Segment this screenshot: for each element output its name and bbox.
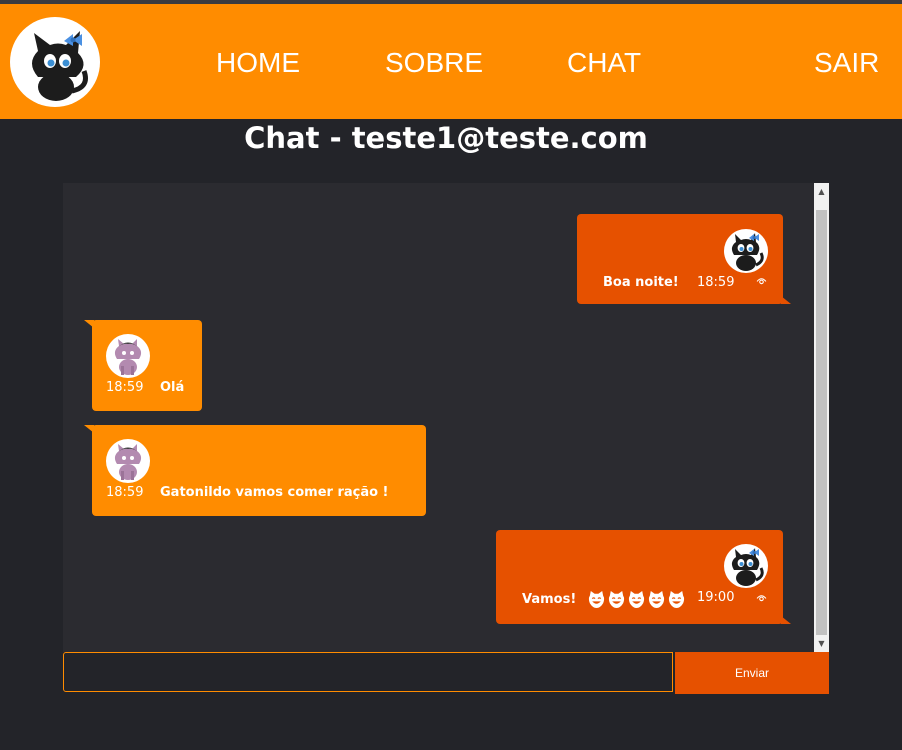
eye-icon	[756, 594, 767, 602]
chat-messages-panel[interactable]: Boa noite! 18:59 18:59 Olá 18:59 Gatonil…	[63, 183, 829, 652]
scroll-up-arrow-icon[interactable]: ▲	[814, 183, 829, 200]
smiling-cat-emoji-icon	[627, 590, 646, 609]
page-title: Chat - teste1@teste.com	[244, 121, 648, 155]
smiling-cat-emoji-icon	[587, 590, 606, 609]
chat-scrollbar[interactable]: ▲ ▼	[814, 183, 829, 652]
message-time: 18:59	[106, 485, 144, 500]
scrollbar-thumb[interactable]	[816, 210, 827, 635]
smiling-cat-emoji-icon	[647, 590, 666, 609]
message-time: 18:59	[697, 275, 735, 290]
message-bubble-sent: Boa noite! 18:59	[577, 214, 791, 304]
emoji-group	[587, 590, 686, 609]
message-bubble-sent: Vamos! 19:00	[496, 530, 791, 624]
message-composer: Enviar	[63, 652, 829, 694]
message-text: Vamos!	[522, 592, 577, 607]
user-avatar-black-cat-icon	[724, 544, 768, 588]
smiling-cat-emoji-icon	[667, 590, 686, 609]
nav-sair-link[interactable]: SAIR	[814, 48, 879, 78]
message-time: 19:00	[697, 590, 735, 605]
scroll-down-arrow-icon[interactable]: ▼	[814, 635, 829, 652]
message-bubble-received: 18:59 Gatonildo vamos comer ração !	[84, 425, 426, 516]
message-input[interactable]	[63, 652, 673, 692]
contact-avatar-purple-cat-icon	[106, 334, 150, 378]
nav-chat-link[interactable]: CHAT	[567, 48, 641, 78]
user-avatar-black-cat-icon	[724, 229, 768, 273]
send-button[interactable]: Enviar	[675, 652, 829, 694]
message-text: Gatonildo vamos comer ração !	[160, 485, 389, 500]
eye-icon	[756, 277, 767, 285]
contact-avatar-purple-cat-icon	[106, 439, 150, 483]
smiling-cat-emoji-icon	[607, 590, 626, 609]
message-bubble-received: 18:59 Olá	[84, 320, 202, 411]
nav-home-link[interactable]: HOME	[216, 48, 300, 78]
logo-black-cat-icon[interactable]	[10, 17, 100, 107]
message-text: Olá	[160, 380, 185, 395]
navbar: HOME SOBRE CHAT SAIR	[0, 4, 902, 119]
message-time: 18:59	[106, 380, 144, 395]
message-text: Boa noite!	[603, 275, 679, 290]
nav-sobre-link[interactable]: SOBRE	[385, 48, 483, 78]
